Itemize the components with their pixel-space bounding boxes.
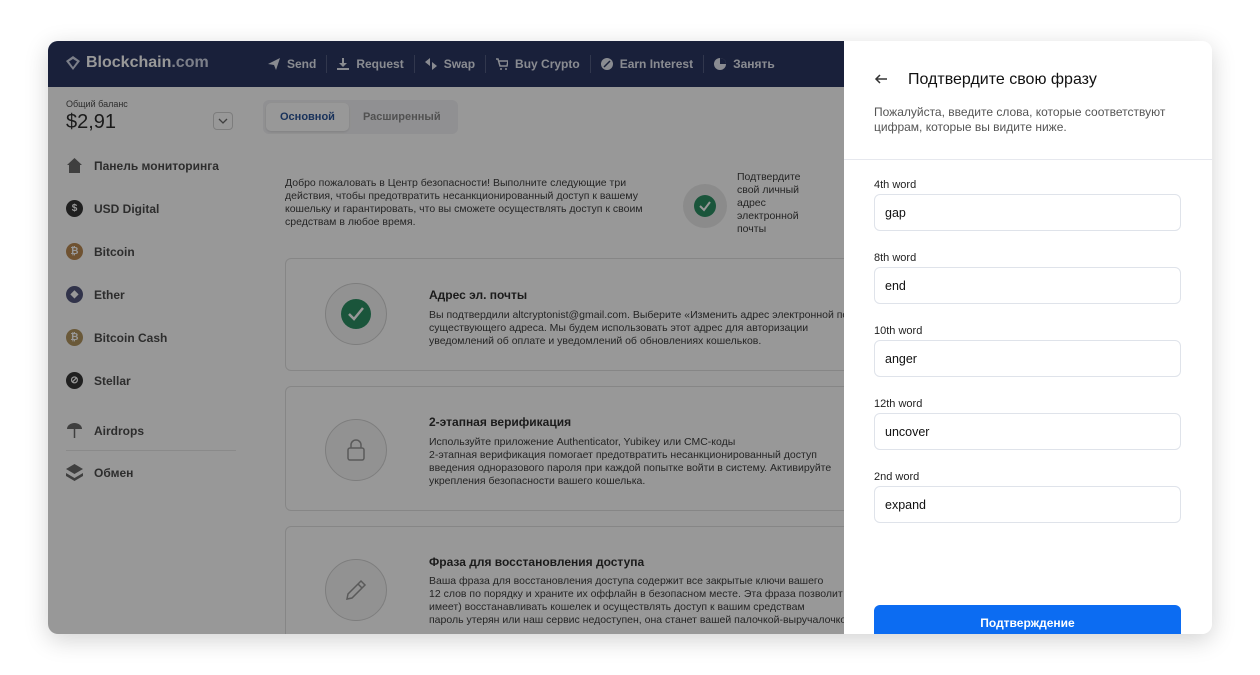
word-4-label: 4th word <box>874 179 917 191</box>
word-12-input[interactable] <box>874 413 1181 450</box>
word-8-input[interactable] <box>874 267 1181 304</box>
word-12-label: 12th word <box>874 398 923 410</box>
modal-backdrop[interactable] <box>48 41 844 634</box>
panel-header: Подтвердите свою фразу Пожалуйста, введи… <box>844 41 1212 160</box>
confirm-phrase-panel: Подтвердите свою фразу Пожалуйста, введи… <box>844 41 1212 634</box>
panel-subtitle: Пожалуйста, введите слова, которые соотв… <box>874 105 1166 134</box>
word-10-label: 10th word <box>874 325 923 337</box>
word-10-input[interactable] <box>874 340 1181 377</box>
word-2-label: 2nd word <box>874 471 920 483</box>
confirm-button[interactable]: Подтверждение <box>874 605 1181 634</box>
back-arrow-icon[interactable] <box>874 72 888 86</box>
word-2-input[interactable] <box>874 486 1181 523</box>
word-8-label: 8th word <box>874 252 917 264</box>
panel-title: Подтвердите свою фразу <box>908 71 1097 88</box>
main-app: Blockchain.com Send Request Swap Buy Cr <box>48 41 859 634</box>
word-4-input[interactable] <box>874 194 1181 231</box>
app-window: Blockchain.com Send Request Swap Buy Cr <box>48 41 1212 634</box>
